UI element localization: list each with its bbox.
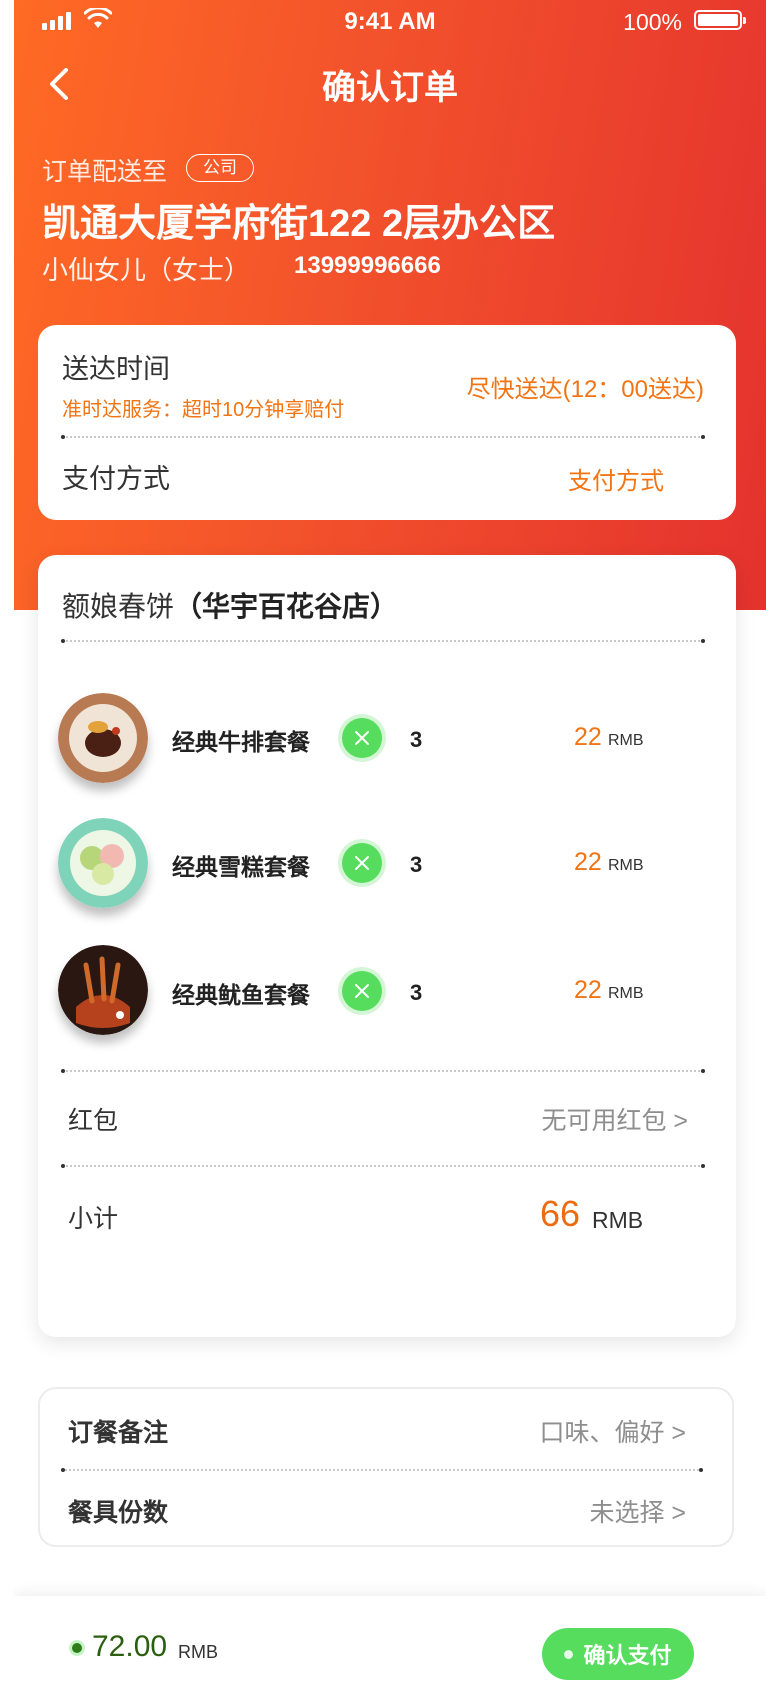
red-packet-value[interactable]: 无可用红包 > (541, 1101, 688, 1137)
total-indicator-icon (72, 1643, 82, 1653)
order-card: 额娘春饼（华宇百花谷店） 经典牛排套餐 3 22 RMB 经典雪糕套餐 3 22… (38, 555, 736, 1337)
close-icon (355, 731, 369, 745)
item-name: 经典鱿鱼套餐 (172, 982, 310, 1008)
remove-item-button[interactable] (342, 843, 382, 883)
item-price-unit: RMB (608, 857, 644, 874)
store-name: 额娘春饼（华宇百花谷店） (62, 585, 398, 625)
subtotal-unit: RMB (592, 1207, 644, 1233)
battery-percent: 100% (623, 9, 682, 35)
page-title: 确认订单 (322, 69, 458, 107)
divider (61, 435, 705, 439)
close-icon (355, 984, 369, 998)
item-price-unit: RMB (608, 985, 644, 1002)
tableware-label: 餐具份数 (68, 1499, 169, 1527)
item-quantity: 3 (410, 980, 423, 1005)
deliver-to-label: 订单配送至 (42, 158, 168, 186)
payment-method-label: 支付方式 (62, 464, 170, 494)
store-title: 额娘春饼 (62, 591, 175, 622)
extras-card: 订餐备注 口味、偏好 > 餐具份数 未选择 > (38, 1387, 734, 1547)
item-name: 经典牛排套餐 (172, 729, 310, 755)
item-price: 22 (574, 723, 602, 751)
subtotal-label: 小计 (68, 1205, 119, 1233)
confirm-pay-label: 确认支付 (583, 1643, 672, 1668)
tableware-value[interactable]: 未选择 > (589, 1493, 686, 1529)
checkout-bar: 72.00 RMB 确认支付 (14, 1596, 766, 1705)
order-note-value[interactable]: 口味、偏好 > (539, 1413, 686, 1449)
item-price-unit: RMB (608, 732, 644, 749)
divider (61, 639, 705, 643)
steak-dish-image (58, 693, 148, 783)
subtotal-amount: 66 (540, 1193, 581, 1234)
phone-screen: 9:41 AM 100% 确认订单 订单配送至 公司 凯通大厦学府街122 2层… (14, 0, 766, 1705)
divider (61, 1164, 705, 1168)
total-amount: 72.00 (92, 1630, 168, 1663)
divider (61, 1069, 705, 1073)
total-unit: RMB (178, 1642, 218, 1662)
red-packet-label: 红包 (68, 1107, 119, 1135)
divider (61, 1468, 703, 1472)
delivery-time-label: 送达时间 (62, 354, 170, 384)
delivery-address[interactable]: 凯通大厦学府街122 2层办公区 (42, 192, 555, 247)
ice-cream-dish-image (58, 818, 148, 908)
item-quantity: 3 (410, 727, 423, 752)
squid-dish-image (58, 945, 148, 1035)
address-tag: 公司 (186, 154, 254, 182)
delivery-time-value[interactable]: 尽快送达(12：00送达) (467, 369, 704, 404)
receiver-phone: 13999996666 (294, 252, 441, 279)
battery-icon (694, 10, 746, 30)
dot-icon (564, 1649, 574, 1659)
delivery-card: 送达时间 准时达服务：超时10分钟享赔付 尽快送达(12：00送达) 支付方式 … (38, 325, 736, 520)
item-name: 经典雪糕套餐 (172, 854, 310, 880)
store-branch: （华宇百花谷店） (174, 591, 399, 622)
item-quantity: 3 (410, 852, 423, 877)
receiver-name: 小仙女儿（女士） (42, 255, 251, 285)
payment-method-value[interactable]: 支付方式 (568, 461, 664, 496)
order-note-label: 订餐备注 (68, 1419, 169, 1447)
remove-item-button[interactable] (342, 971, 382, 1011)
close-icon (355, 856, 369, 870)
item-price: 22 (574, 848, 602, 876)
status-bar: 9:41 AM 100% (14, 0, 766, 42)
on-time-guarantee: 准时达服务：超时10分钟享赔付 (62, 399, 345, 421)
confirm-pay-button[interactable]: 确认支付 (542, 1628, 694, 1680)
item-price: 22 (574, 976, 602, 1004)
remove-item-button[interactable] (342, 718, 382, 758)
